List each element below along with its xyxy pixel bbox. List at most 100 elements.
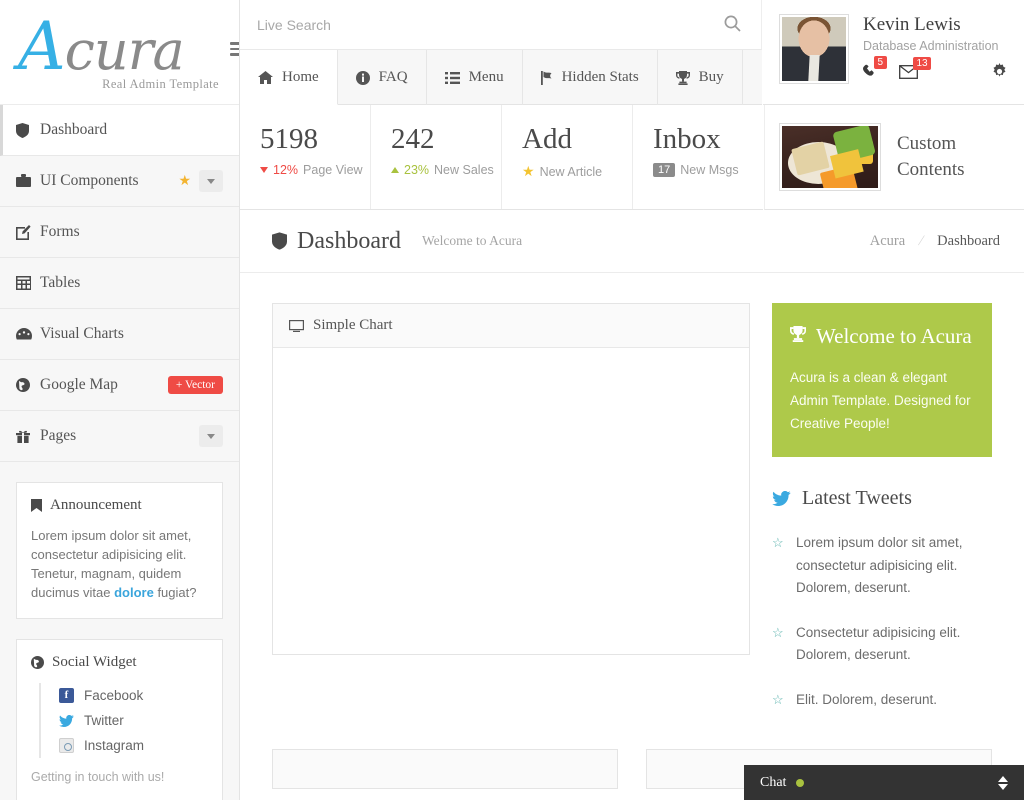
chevron-down-icon[interactable] [199, 170, 223, 192]
sidebar-item-google-map[interactable]: Google Map + Vector [0, 360, 239, 411]
stat-value: Inbox [653, 123, 721, 155]
social-link-facebook[interactable]: f Facebook [41, 683, 208, 708]
twitter-icon [59, 714, 74, 727]
breadcrumb-separator: / [916, 232, 926, 249]
sidebar-item-label: Visual Charts [40, 325, 124, 342]
sidebar-item-forms[interactable]: Forms [0, 207, 239, 258]
latest-tweets: Latest Tweets ☆ Lorem ipsum dolor sit am… [772, 487, 992, 711]
sidebar-item-label: UI Components [40, 172, 139, 189]
brand-logo[interactable]: Acura [18, 14, 185, 80]
stat-sub: ★ New Article [522, 163, 632, 180]
social-title-row: Social Widget [31, 654, 208, 671]
facebook-icon: f [59, 688, 74, 703]
arrow-up-icon [391, 167, 399, 173]
profile-name: Kevin Lewis [863, 14, 961, 35]
breadcrumb-root[interactable]: Acura [870, 233, 905, 250]
stat-value: Add [522, 123, 572, 155]
page-header: Dashboard Welcome to Acura Acura / Dashb… [240, 210, 1024, 273]
social-link-twitter[interactable]: Twitter [41, 708, 208, 733]
announcement-title-row: Announcement [31, 497, 208, 514]
simple-chart-title: Simple Chart [313, 317, 393, 333]
main-tabs: Home FAQ Menu Hidden Stats Buy [240, 50, 762, 105]
chevron-down-icon[interactable] [199, 425, 223, 447]
social-links: f Facebook Twitter Instagram [39, 683, 208, 758]
tweet-item[interactable]: ☆ Lorem ipsum dolor sit amet, consectetu… [772, 532, 992, 600]
social-link-label: Instagram [84, 738, 145, 753]
social-title: Social Widget [52, 654, 137, 670]
messages-badge: 13 [913, 56, 932, 70]
gear-icon[interactable] [991, 63, 1008, 80]
user-profile: Kevin Lewis Database Administration 5 13 [763, 0, 1024, 105]
tab-menu[interactable]: Menu [427, 50, 523, 105]
tab-label: Home [282, 68, 319, 85]
social-footer: Getting in touch with us! [31, 770, 165, 784]
tab-buy[interactable]: Buy [658, 50, 743, 105]
twitter-icon [772, 491, 791, 506]
stat-new-article[interactable]: Add ★ New Article [502, 105, 633, 209]
tab-faq[interactable]: FAQ [338, 50, 427, 105]
chat-status-icon [796, 778, 805, 787]
announcement-text-after: fugiat? [153, 585, 197, 600]
tab-hidden-stats[interactable]: Hidden Stats [523, 50, 658, 105]
latest-tweets-title-row: Latest Tweets [772, 487, 992, 510]
announcement-widget: Announcement Lorem ipsum dolor sit amet,… [16, 482, 223, 619]
sidebar-item-visual-charts[interactable]: Visual Charts [0, 309, 239, 360]
profile-role: Database Administration [863, 39, 999, 53]
content-left-column: Simple Chart [272, 303, 750, 711]
messages-icon[interactable]: 13 [899, 56, 932, 79]
stat-label: New Msgs [680, 163, 739, 177]
trophy-icon [675, 70, 690, 85]
custom-contents-thumbnail[interactable] [779, 123, 881, 191]
info-circle-icon [355, 70, 370, 85]
sidebar-item-ui-components[interactable]: UI Components ★ [0, 156, 239, 207]
globe-icon [31, 656, 44, 669]
sidebar-item-pages[interactable]: Pages [0, 411, 239, 462]
sidebar-toggle-icon[interactable] [230, 40, 239, 58]
welcome-box: Welcome to Acura Acura is a clean & eleg… [772, 303, 992, 457]
custom-contents-panel[interactable]: Custom Contents [764, 105, 1024, 210]
chat-bar[interactable]: Chat [744, 765, 1024, 800]
simple-chart-panel: Simple Chart [272, 303, 750, 655]
social-link-instagram[interactable]: Instagram [41, 733, 208, 758]
tweet-item[interactable]: ☆ Elit. Dolorem, deserunt. [772, 689, 992, 712]
stat-label: New Sales [434, 163, 494, 177]
stat-sub: 23% New Sales [391, 163, 501, 177]
simple-chart-header: Simple Chart [273, 304, 749, 348]
page-title: Dashboard [297, 227, 401, 254]
stat-sub: 12% Page View [260, 163, 370, 177]
stat-new-sales[interactable]: 242 23% New Sales [371, 105, 502, 209]
sidebar-item-dashboard[interactable]: Dashboard [0, 105, 239, 156]
gift-icon [16, 429, 40, 443]
logo-area[interactable]: Acura Real Admin Template [0, 0, 239, 105]
stat-label: Page View [303, 163, 363, 177]
sidebar-item-label: Dashboard [40, 121, 108, 138]
tweet-item[interactable]: ☆ Consectetur adipisicing elit. Dolorem,… [772, 622, 992, 667]
notifications-icon[interactable]: 5 [863, 56, 887, 79]
social-link-label: Twitter [84, 713, 124, 728]
tab-home[interactable]: Home [240, 50, 338, 105]
announcement-text: Lorem ipsum dolor sit amet, consectetur … [31, 526, 208, 602]
search-icon[interactable] [724, 15, 741, 32]
announcement-link[interactable]: dolore [114, 585, 154, 600]
sidebar-item-label: Pages [40, 427, 77, 444]
brand-tagline: Real Admin Template [102, 77, 219, 91]
bottom-panel-left[interactable] [272, 749, 618, 789]
tab-label: Menu [468, 69, 504, 85]
tweet-text: Elit. Dolorem, deserunt. [796, 691, 938, 707]
stat-new-msgs[interactable]: Inbox 17 New Msgs [633, 105, 763, 209]
avatar[interactable] [779, 14, 849, 84]
trophy-icon [790, 321, 806, 342]
sidebar-item-tables[interactable]: Tables [0, 258, 239, 309]
stat-page-view[interactable]: 5198 12% Page View [240, 105, 371, 209]
tweet-text: Lorem ipsum dolor sit amet, consectetur … [796, 535, 963, 595]
stats-row: 5198 12% Page View 242 23% New Sales Add… [240, 105, 763, 210]
sidebar-item-label: Forms [40, 223, 80, 240]
briefcase-icon [16, 174, 40, 188]
topbar: Home FAQ Menu Hidden Stats Buy Kevin Lew… [240, 0, 1024, 105]
list-icon [444, 71, 460, 84]
search-input[interactable] [257, 0, 687, 50]
latest-tweets-title: Latest Tweets [802, 487, 912, 509]
chat-toggle-icon[interactable] [998, 775, 1008, 790]
shield-icon [272, 232, 287, 250]
stat-delta: 12% [273, 163, 299, 177]
